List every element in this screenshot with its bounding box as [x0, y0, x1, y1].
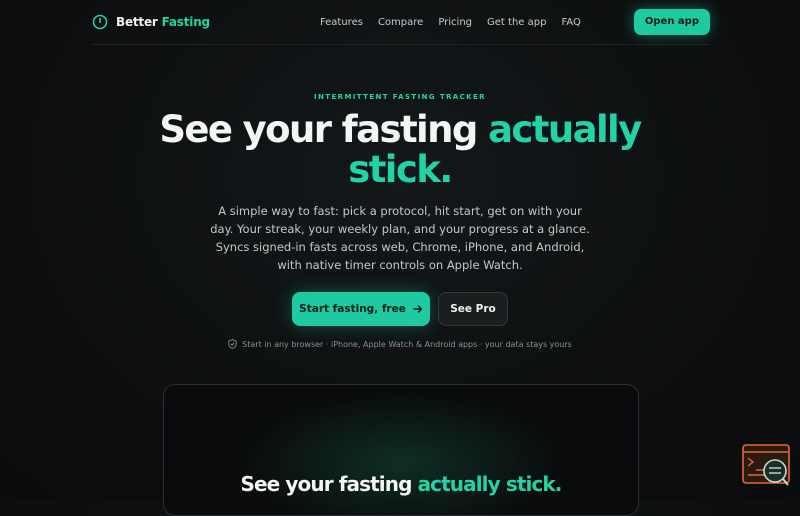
start-fasting-label: Start fasting, free — [299, 303, 406, 315]
nav-links: Features Compare Pricing Get the app FAQ — [320, 17, 581, 28]
open-app-button[interactable]: Open app — [633, 9, 710, 35]
preview-title-accent: actually stick. — [417, 472, 563, 496]
see-pro-button[interactable]: See Pro — [438, 292, 508, 326]
preview-title: See your fasting actually stick. — [164, 472, 638, 496]
nav-link-faq[interactable]: FAQ — [561, 17, 580, 28]
nav-link-pricing[interactable]: Pricing — [438, 17, 472, 28]
app-preview-frame: See your fasting actually stick. — [163, 384, 639, 516]
trust-note: Start in any browser · iPhone, Apple Wat… — [0, 339, 800, 349]
headline-accent-1: actually — [488, 108, 642, 151]
start-fasting-button[interactable]: Start fasting, free — [292, 292, 430, 326]
top-navigation: Better Fasting Features Compare Pricing … — [92, 0, 710, 45]
nav-link-compare[interactable]: Compare — [378, 17, 423, 28]
shield-check-icon — [228, 339, 237, 349]
headline-plain: See your fasting — [159, 108, 478, 151]
preview-title-plain: See your fasting — [240, 472, 412, 496]
brand-logo[interactable]: Better Fasting — [92, 14, 210, 30]
hero-headline: See your fasting actually stick. — [0, 110, 800, 190]
nav-link-get-the-app[interactable]: Get the app — [487, 17, 546, 28]
help-widget-icon — [742, 444, 790, 486]
timer-icon — [92, 14, 108, 30]
nav-link-features[interactable]: Features — [320, 17, 363, 28]
floating-help-widget[interactable] — [742, 444, 790, 488]
hero-eyebrow: INTERMITTENT FASTING TRACKER — [314, 93, 486, 101]
trust-note-text: Start in any browser · iPhone, Apple Wat… — [242, 339, 572, 349]
hero-cta-row: Start fasting, free See Pro — [0, 292, 800, 326]
arrow-right-icon — [413, 305, 423, 313]
brand-name: Better Fasting — [116, 15, 210, 29]
hero-subtitle: A simple way to fast: pick a protocol, h… — [210, 204, 590, 272]
headline-accent-2: stick. — [348, 148, 453, 191]
